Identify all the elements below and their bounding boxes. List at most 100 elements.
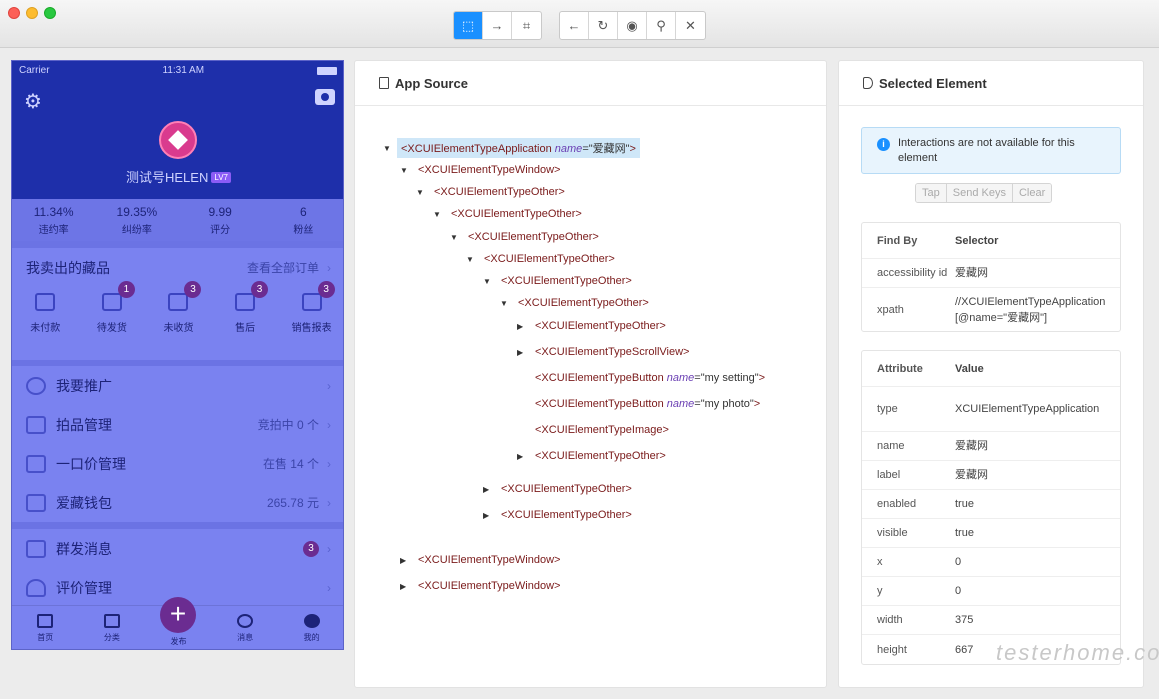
expand-arrow-icon[interactable]: ▼ (483, 277, 497, 286)
expand-arrow-icon[interactable]: ▶ (483, 511, 497, 520)
stat-item: 9.99 评分 (179, 199, 262, 241)
back-icon[interactable]: ← (560, 12, 589, 39)
order-to-ship[interactable]: 1 待发货 (79, 281, 146, 339)
tree-node[interactable]: ▼ <XCUIElementTypeOther> (483, 272, 636, 290)
gavel-icon (26, 415, 46, 434)
tree-node[interactable]: ▶ <XCUIElementTypeScrollView> (517, 343, 693, 361)
node-tag: <XCUIElementTypeWindow> (418, 554, 561, 566)
swipe-icon[interactable]: → (483, 12, 512, 39)
menu-promote[interactable]: 我要推广 › (12, 366, 343, 405)
level-badge: LV7 (211, 172, 231, 183)
tree-node[interactable]: ▶ <XCUIElementTypeOther> (517, 317, 670, 335)
select-icon[interactable]: ⬚ (454, 12, 483, 39)
expand-arrow-icon[interactable]: ▼ (500, 299, 514, 308)
send-keys-button[interactable]: Send Keys (946, 184, 1013, 202)
order-unpaid[interactable]: 未付款 (12, 287, 79, 339)
expand-arrow-icon[interactable]: ▼ (383, 144, 397, 153)
node-tag: <XCUIElementTypeApplication name="爱藏网"> (397, 138, 640, 158)
sold-section: 我卖出的藏品 查看全部订单 › 未付款 1 待发货 3 未收货 3 售后 3 销售报表 (12, 248, 343, 339)
tab-label: 首页 (37, 633, 54, 642)
publish-button[interactable]: + (160, 597, 196, 633)
tree-node[interactable]: ▼ <XCUIElementTypeWindow> (400, 161, 564, 179)
order-label: 未付款 (30, 323, 61, 334)
cell-value: 0 (955, 585, 962, 597)
all-orders-link[interactable]: 查看全部订单 (247, 259, 319, 276)
tree-node[interactable]: ▶ <XCUIElementTypeOther> (517, 447, 670, 465)
expand-arrow-icon[interactable]: ▼ (416, 188, 430, 197)
node-tag: <XCUIElementTypeOther> (535, 320, 666, 332)
cell-key: enabled (877, 498, 917, 510)
order-not-received[interactable]: 3 未收货 (145, 281, 212, 339)
expand-arrow-icon[interactable]: ▼ (450, 233, 464, 242)
bag-icon (26, 454, 46, 473)
tree-node[interactable]: <XCUIElementTypeButton name="my setting"… (517, 369, 769, 387)
app-source-panel: App Source ▼ <XCUIElementTypeApplication … (354, 60, 827, 688)
tree-node[interactable]: ▼ <XCUIElementTypeOther> (450, 228, 603, 246)
count-badge: 3 (251, 281, 269, 298)
table-header: Attribute Value (862, 351, 1120, 387)
screenshot-icon[interactable]: ⌗ (512, 12, 541, 39)
expand-arrow-icon[interactable]: ▶ (517, 322, 531, 331)
expand-arrow-icon[interactable]: ▶ (517, 348, 531, 357)
chart-icon (301, 293, 322, 311)
node-tag: <XCUIElementTypeOther> (535, 450, 666, 462)
action-toolbar: ← ↻ ◉ ⚲ ✕ (559, 11, 706, 40)
tab-mine[interactable]: 我的 (278, 606, 343, 649)
tab-category[interactable]: 分类 (79, 606, 146, 649)
avatar[interactable] (159, 121, 197, 159)
tab-messages[interactable]: 消息 (212, 606, 279, 649)
menu-auction[interactable]: 拍品管理 竞拍中 0 个 › (12, 405, 343, 444)
tree-node[interactable]: ▶ <XCUIElementTypeOther> (483, 506, 636, 524)
clear-button[interactable]: Clear (1012, 184, 1052, 202)
order-label: 待发货 (96, 323, 127, 334)
tree-node[interactable]: ▼ <XCUIElementTypeOther> (416, 183, 569, 201)
node-tag: <XCUIElementTypeOther> (484, 253, 615, 265)
menu-broadcast[interactable]: 群发消息 3 › (12, 529, 343, 568)
gear-icon[interactable]: ⚙ (24, 89, 42, 114)
expand-arrow-icon[interactable]: ▶ (400, 582, 414, 591)
expand-arrow-icon[interactable]: ▼ (400, 166, 414, 175)
tree-node[interactable]: ▶ <XCUIElementTypeOther> (483, 480, 636, 498)
expand-arrow-icon[interactable]: ▶ (517, 452, 531, 461)
cell-key: y (877, 585, 883, 597)
node-tag: <XCUIElementTypeButton name="my setting"… (531, 370, 769, 386)
minimize-window-button[interactable] (26, 7, 38, 19)
selected-element-panel: Selected Element i Interactions are not … (838, 60, 1144, 688)
tree-node[interactable]: ▼ <XCUIElementTypeOther> (433, 205, 586, 223)
zoom-window-button[interactable] (44, 7, 56, 19)
chevron-right-icon: › (327, 580, 331, 595)
cell-key: accessibility id (877, 267, 948, 279)
table-row: x0 (862, 548, 1120, 577)
tap-button[interactable]: Tap (916, 184, 947, 202)
order-sales-report[interactable]: 3 销售报表 (278, 281, 343, 339)
tree-node[interactable]: ▶ <XCUIElementTypeWindow> (400, 551, 564, 569)
tree-node[interactable]: ▼ <XCUIElementTypeOther> (466, 250, 619, 268)
close-window-button[interactable] (8, 7, 20, 19)
package-icon (101, 293, 122, 311)
order-after-sale[interactable]: 3 售后 (212, 281, 279, 339)
camera-icon[interactable] (315, 89, 335, 105)
tree-node[interactable]: ▼ <XCUIElementTypeApplication name="爱藏网"> (383, 138, 640, 158)
expand-arrow-icon[interactable]: ▶ (400, 556, 414, 565)
search-icon[interactable]: ⚲ (647, 12, 676, 39)
expand-arrow-icon[interactable]: ▼ (433, 210, 447, 219)
close-icon[interactable]: ✕ (676, 12, 705, 39)
find-by-table: Find By Selector accessibility id 爱藏网 xpat… (861, 222, 1121, 332)
file-icon (379, 77, 389, 89)
expand-arrow-icon[interactable]: ▶ (483, 485, 497, 494)
expand-arrow-icon[interactable]: ▼ (466, 255, 480, 264)
menu-value: 竞拍中 0 个 (257, 418, 319, 432)
sold-header-row[interactable]: 我卖出的藏品 查看全部订单 › (12, 248, 343, 287)
menu-wallet[interactable]: 爱藏钱包 265.78 元 › (12, 483, 343, 522)
eye-icon[interactable]: ◉ (618, 12, 647, 39)
table-row: enabled true (862, 490, 1120, 519)
status-bar: Carrier 11:31 AM (19, 65, 337, 79)
tree-node[interactable]: <XCUIElementTypeImage> (517, 421, 673, 439)
tree-node[interactable]: ▶ <XCUIElementTypeWindow> (400, 577, 564, 595)
tree-node[interactable]: <XCUIElementTypeButton name="my photo"> (517, 395, 764, 413)
refresh-icon[interactable]: ↻ (589, 12, 618, 39)
device-screenshot[interactable]: Carrier 11:31 AM ⚙ 测试号HELEN LV7 11.34% 违约率… (11, 60, 344, 650)
tab-home[interactable]: 首页 (12, 606, 79, 649)
menu-fixed-price[interactable]: 一口价管理 在售 14 个 › (12, 444, 343, 483)
tree-node[interactable]: ▼ <XCUIElementTypeOther> (500, 294, 653, 312)
